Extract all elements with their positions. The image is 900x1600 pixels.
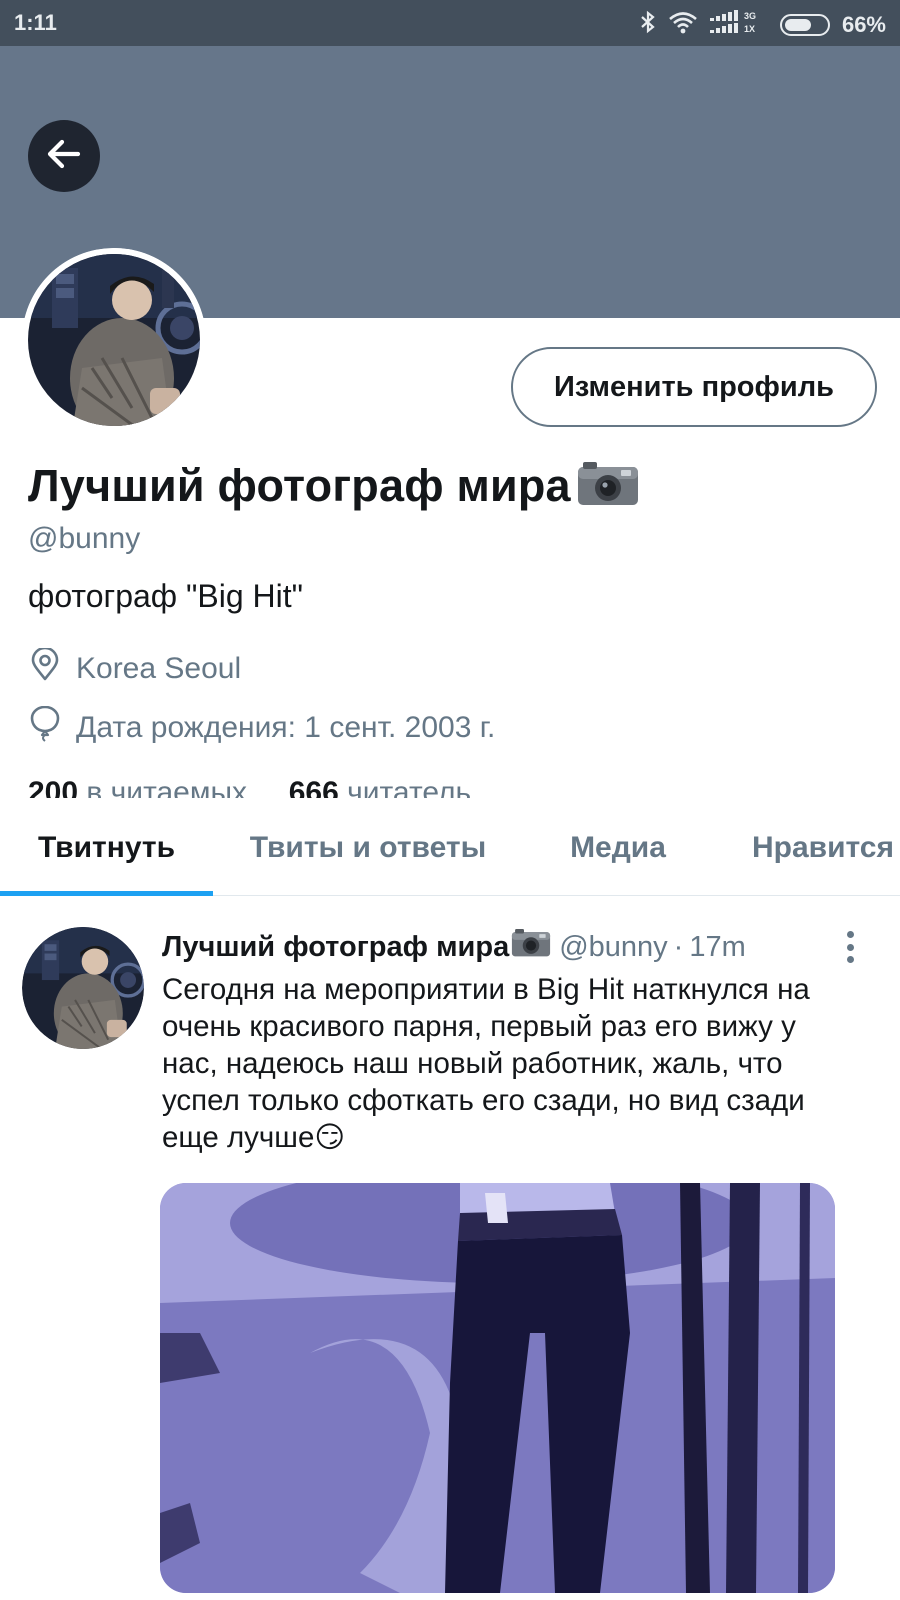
followers-label: читатель (347, 776, 472, 798)
tab-label: Твитнуть (37, 831, 176, 864)
followers-count: 666 (288, 776, 339, 798)
profile-bio: фотограф "Big Hit" (28, 578, 303, 614)
tab-label: Твиты и ответы (249, 831, 487, 864)
tweet-author-avatar[interactable] (22, 927, 144, 1049)
camera-icon (577, 461, 639, 511)
tab-tweets-and-replies[interactable]: Твиты и ответы (213, 800, 523, 896)
network-type-top: 3G (744, 11, 756, 21)
tweet[interactable]: Лучший фотограф мира @bunny · 17m Сегодн… (0, 897, 900, 1600)
profile-location: Korea Seoul (28, 646, 242, 690)
birthday-text: Дата рождения: 1 сент. 2003 г. (76, 711, 496, 744)
following-link[interactable]: 200 в читаемых (28, 776, 247, 798)
bluetooth-icon (640, 10, 656, 40)
active-tab-indicator (0, 891, 213, 896)
following-count: 200 (28, 776, 79, 798)
tweet-author-name[interactable]: Лучший фотограф мира (162, 931, 509, 964)
back-button[interactable] (28, 120, 100, 192)
profile-handle: @bunny (28, 522, 141, 555)
profile-avatar[interactable] (22, 248, 206, 432)
location-text: Korea Seoul (76, 652, 242, 685)
more-vertical-icon (846, 931, 854, 963)
tab-likes[interactable]: Нравится (713, 800, 900, 896)
tweet-more-button[interactable] (836, 927, 864, 967)
tweet-media-image[interactable] (160, 1183, 835, 1593)
battery-level-fill (784, 19, 811, 31)
tweet-separator: · (673, 930, 684, 963)
tweet-text: Сегодня на мероприятии в Big Hit наткнул… (162, 973, 810, 1154)
status-icons: 3G 1X 66% (640, 9, 886, 41)
tab-media[interactable]: Медиа (523, 800, 713, 896)
following-label: в читаемых (86, 776, 248, 798)
tweet-timestamp: 17m (689, 930, 746, 963)
camera-icon (511, 929, 551, 965)
location-pin-icon (28, 646, 62, 690)
status-time: 1:11 (14, 10, 57, 35)
tab-label: Медиа (570, 831, 666, 864)
display-name-row: Лучший фотограф мира (28, 460, 639, 512)
status-bar: 1:11 3G 1X 66% (0, 0, 900, 46)
arrow-left-icon (44, 134, 84, 179)
display-name: Лучший фотограф мира (28, 460, 571, 511)
battery-percent: 66% (841, 12, 886, 37)
followers-link[interactable]: 666 читатель (289, 776, 471, 798)
follow-stats: 200 в читаемых 666 читатель (28, 776, 471, 798)
profile-birthday: Дата рождения: 1 сент. 2003 г. (28, 705, 496, 750)
network-type-bottom: 1X (744, 24, 755, 34)
tweet-header: Лучший фотограф мира @bunny · 17m (162, 929, 746, 965)
battery-icon (779, 14, 830, 36)
balloon-icon (28, 705, 62, 750)
profile-tabs: Твитнуть Твиты и ответы Медиа Нравится (0, 800, 900, 896)
edit-profile-button[interactable]: Изменить профиль (511, 347, 877, 427)
wifi-icon (668, 10, 698, 40)
tab-label: Нравится (751, 831, 894, 864)
tab-tweets[interactable]: Твитнуть (0, 800, 213, 896)
signal-icon: 3G 1X (709, 9, 768, 41)
tweet-author-handle: @bunny (559, 930, 668, 963)
